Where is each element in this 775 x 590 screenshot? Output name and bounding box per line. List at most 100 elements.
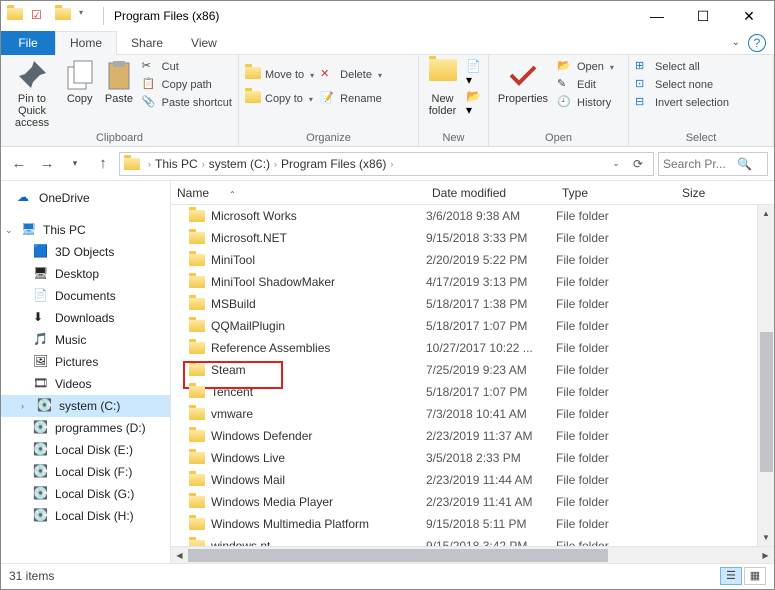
scroll-left-icon[interactable]: ◀ xyxy=(171,547,188,563)
breadcrumb[interactable]: This PC xyxy=(155,157,198,171)
column-name[interactable]: Name⌃ xyxy=(171,186,426,200)
refresh-button[interactable]: ⟳ xyxy=(627,153,649,175)
file-type: File folder xyxy=(556,495,676,509)
search-box[interactable]: 🔍 xyxy=(658,152,768,176)
close-button[interactable]: ✕ xyxy=(726,1,772,31)
window-title: Program Files (x86) xyxy=(114,9,634,23)
sidebar-item-thispc[interactable]: ⌄ 🖥 This PC xyxy=(1,219,170,241)
table-row[interactable]: Windows Media Player2/23/2019 11:41 AMFi… xyxy=(171,491,757,513)
table-row[interactable]: Windows Live3/5/2018 2:33 PMFile folder xyxy=(171,447,757,469)
address-dropdown[interactable]: ⌄ xyxy=(605,153,627,175)
history-button[interactable]: 🕘History xyxy=(557,95,614,111)
select-none-button[interactable]: ⊡Select none xyxy=(635,77,729,93)
up-button[interactable]: ↑ xyxy=(91,152,115,176)
table-row[interactable]: Windows Defender2/23/2019 11:37 AMFile f… xyxy=(171,425,757,447)
scroll-right-icon[interactable]: ▶ xyxy=(757,547,774,563)
recent-dropdown[interactable]: ▾ xyxy=(63,152,87,176)
details-view-button[interactable]: ☰ xyxy=(720,567,742,585)
edit-button[interactable]: ✎Edit xyxy=(557,77,614,93)
scroll-thumb[interactable] xyxy=(188,549,608,562)
sidebar-item-label: Local Disk (G:) xyxy=(55,487,134,501)
qat-check-icon[interactable]: ☑ xyxy=(31,8,47,24)
forward-button[interactable]: → xyxy=(35,152,59,176)
sidebar-item[interactable]: 🎵Music xyxy=(1,329,170,351)
table-row[interactable]: QQMailPlugin5/18/2017 1:07 PMFile folder xyxy=(171,315,757,337)
breadcrumb[interactable]: system (C:) xyxy=(209,157,270,171)
breadcrumb[interactable]: Program Files (x86) xyxy=(281,157,386,171)
copy-path-button[interactable]: 📋Copy path xyxy=(142,77,232,93)
tab-view[interactable]: View xyxy=(177,31,231,55)
easy-access-icon[interactable]: 📂▾ xyxy=(466,89,482,117)
sidebar-item[interactable]: 🖥Desktop xyxy=(1,263,170,285)
table-row[interactable]: Tencent5/18/2017 1:07 PMFile folder xyxy=(171,381,757,403)
tab-home[interactable]: Home xyxy=(55,31,117,55)
paste-shortcut-button[interactable]: 📎Paste shortcut xyxy=(142,95,232,111)
sidebar-item[interactable]: 💽Local Disk (G:) xyxy=(1,483,170,505)
table-row[interactable]: MiniTool ShadowMaker4/17/2019 3:13 PMFil… xyxy=(171,271,757,293)
search-input[interactable] xyxy=(663,157,737,171)
horizontal-scrollbar[interactable]: ◀ ▶ xyxy=(171,546,774,563)
table-row[interactable]: Steam7/25/2019 9:23 AMFile folder xyxy=(171,359,757,381)
move-to-button[interactable]: Move to▾ xyxy=(245,67,314,83)
address-bar[interactable]: › This PC› system (C:)› Program Files (x… xyxy=(119,152,654,176)
ribbon-expand-icon[interactable]: ⌄ xyxy=(732,37,740,48)
sidebar-item[interactable]: ⬇Downloads xyxy=(1,307,170,329)
table-row[interactable]: Microsoft.NET9/15/2018 3:33 PMFile folde… xyxy=(171,227,757,249)
copy-to-button[interactable]: Copy to▾ xyxy=(245,91,314,107)
vertical-scrollbar[interactable]: ▲ ▼ xyxy=(757,205,774,546)
table-row[interactable]: Reference Assemblies10/27/2017 10:22 ...… xyxy=(171,337,757,359)
qat-dropdown-icon[interactable]: ▾ xyxy=(79,8,95,24)
scroll-thumb[interactable] xyxy=(760,332,773,472)
open-button[interactable]: 📂Open▾ xyxy=(557,59,614,75)
rename-button[interactable]: 📝Rename xyxy=(320,91,382,107)
delete-button[interactable]: ✕Delete▾ xyxy=(320,67,382,83)
new-folder-button[interactable]: New folder xyxy=(425,59,460,117)
minimize-button[interactable]: ― xyxy=(634,1,680,31)
sidebar-item[interactable]: 💽Local Disk (F:) xyxy=(1,461,170,483)
icons-view-button[interactable]: ▦ xyxy=(744,567,766,585)
back-button[interactable]: ← xyxy=(7,152,31,176)
sidebar-item[interactable]: 🖼Pictures xyxy=(1,351,170,373)
sidebar-item[interactable]: 💽Local Disk (E:) xyxy=(1,439,170,461)
pin-quickaccess-button[interactable]: Pin to Quick access xyxy=(7,59,57,129)
sidebar-item[interactable]: 💽programmes (D:) xyxy=(1,417,170,439)
scroll-up-icon[interactable]: ▲ xyxy=(758,205,774,222)
sidebar-item[interactable]: ›💽system (C:) xyxy=(1,395,170,417)
edit-icon: ✎ xyxy=(557,77,573,93)
table-row[interactable]: MiniTool2/20/2019 5:22 PMFile folder xyxy=(171,249,757,271)
sidebar-item[interactable]: 🟦3D Objects xyxy=(1,241,170,263)
desktop-icon: 🖥 xyxy=(33,266,49,282)
table-row[interactable]: vmware7/3/2018 10:41 AMFile folder xyxy=(171,403,757,425)
copy-button[interactable]: Copy xyxy=(63,59,96,105)
sidebar-item[interactable]: 📄Documents xyxy=(1,285,170,307)
tree-expand-icon[interactable]: › xyxy=(21,401,31,411)
sidebar-item[interactable]: 💽Local Disk (H:) xyxy=(1,505,170,527)
select-all-button[interactable]: ⊞Select all xyxy=(635,59,729,75)
table-row[interactable]: Windows Mail2/23/2019 11:44 AMFile folde… xyxy=(171,469,757,491)
new-item-icon[interactable]: 📄▾ xyxy=(466,59,482,87)
sidebar-item[interactable]: 🎞Videos xyxy=(1,373,170,395)
file-list[interactable]: Microsoft Works3/6/2018 9:38 AMFile fold… xyxy=(171,205,757,546)
scroll-down-icon[interactable]: ▼ xyxy=(758,529,774,546)
column-date[interactable]: Date modified xyxy=(426,186,556,200)
table-row[interactable]: Microsoft Works3/6/2018 9:38 AMFile fold… xyxy=(171,205,757,227)
table-row[interactable]: windows nt9/15/2018 3:42 PMFile folder xyxy=(171,535,757,546)
qat-folder-icon[interactable] xyxy=(55,8,71,24)
invert-selection-button[interactable]: ⊟Invert selection xyxy=(635,95,729,111)
file-menu[interactable]: File xyxy=(1,31,55,55)
column-size[interactable]: Size xyxy=(676,186,746,200)
column-type[interactable]: Type xyxy=(556,186,676,200)
folder-icon xyxy=(124,158,140,170)
sidebar-item-onedrive[interactable]: ☁ OneDrive xyxy=(1,187,170,209)
navigation-pane[interactable]: ☁ OneDrive ⌄ 🖥 This PC 🟦3D Objects🖥Deskt… xyxy=(1,181,171,563)
paste-button[interactable]: Paste xyxy=(102,59,135,105)
help-button[interactable]: ? xyxy=(748,34,766,52)
table-row[interactable]: MSBuild5/18/2017 1:38 PMFile folder xyxy=(171,293,757,315)
table-row[interactable]: Windows Multimedia Platform9/15/2018 5:1… xyxy=(171,513,757,535)
file-date: 9/15/2018 5:11 PM xyxy=(426,517,556,531)
tree-collapse-icon[interactable]: ⌄ xyxy=(5,225,15,236)
cut-button[interactable]: ✂Cut xyxy=(142,59,232,75)
maximize-button[interactable]: ☐ xyxy=(680,1,726,31)
properties-button[interactable]: Properties xyxy=(495,59,551,105)
tab-share[interactable]: Share xyxy=(117,31,177,55)
